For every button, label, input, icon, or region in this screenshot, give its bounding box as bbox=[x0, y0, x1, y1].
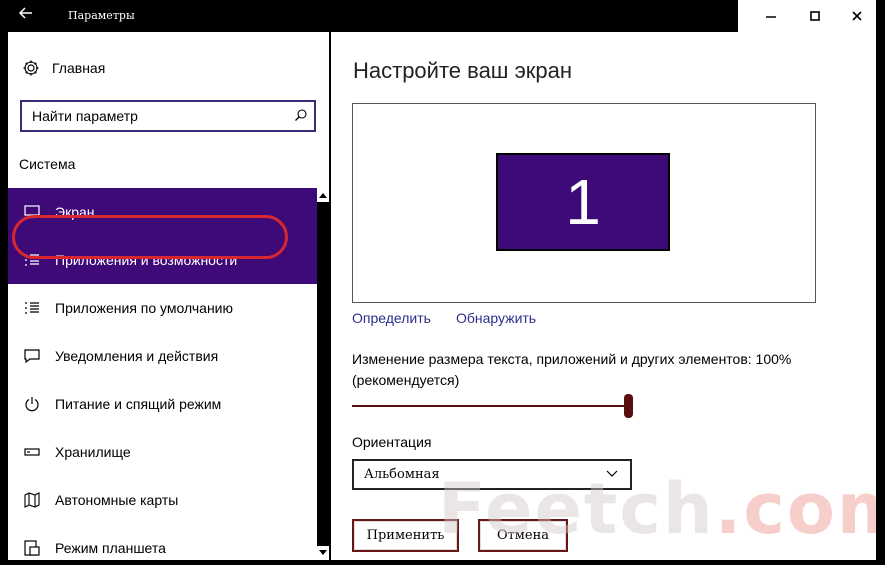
search-placeholder: Найти параметр bbox=[32, 108, 138, 124]
scale-slider-thumb[interactable] bbox=[624, 394, 633, 418]
orientation-value: Альбомная bbox=[364, 467, 440, 482]
settings-window: Параметры Главная Найти параметр Система… bbox=[8, 0, 876, 560]
detect-link[interactable]: Обнаружить bbox=[456, 310, 536, 326]
sidebar-item-label: Уведомления и действия bbox=[55, 348, 219, 364]
display-tile[interactable]: 1 bbox=[496, 153, 670, 251]
sidebar-item-label: Питание и спящий режим bbox=[55, 396, 222, 412]
search-icon bbox=[295, 109, 307, 121]
storage-icon bbox=[22, 447, 42, 457]
minimize-button[interactable] bbox=[750, 0, 792, 32]
title-bar: Параметры bbox=[8, 0, 876, 32]
window-title: Параметры bbox=[68, 9, 135, 22]
title-bar-light-area bbox=[738, 0, 876, 32]
map-icon bbox=[22, 492, 42, 508]
maximize-button[interactable] bbox=[794, 0, 836, 32]
cancel-button[interactable]: Отмена bbox=[478, 519, 568, 552]
maximize-icon bbox=[810, 11, 820, 21]
sidebar-home[interactable]: Главная bbox=[22, 59, 105, 77]
sidebar-item-storage[interactable]: Хранилище bbox=[8, 428, 317, 476]
sidebar-item-tablet-mode[interactable]: Режим планшета bbox=[8, 524, 317, 560]
apply-button[interactable]: Применить bbox=[352, 519, 459, 552]
sidebar: Главная Найти параметр Система Экран При bbox=[8, 32, 329, 560]
scale-slider[interactable] bbox=[352, 405, 628, 407]
sidebar-item-offline-maps[interactable]: Автономные карты bbox=[8, 476, 317, 524]
identify-link[interactable]: Определить bbox=[352, 310, 431, 326]
display-arrangement-area: 1 bbox=[352, 103, 816, 303]
sidebar-item-label: Автономные карты bbox=[55, 492, 179, 508]
close-button[interactable] bbox=[836, 0, 876, 32]
sidebar-item-default-apps[interactable]: Приложения по умолчанию bbox=[8, 284, 317, 332]
chevron-down-icon bbox=[606, 470, 618, 477]
close-icon bbox=[852, 11, 862, 21]
back-button[interactable] bbox=[18, 5, 46, 27]
sidebar-scrollbar[interactable] bbox=[317, 188, 329, 560]
orientation-dropdown[interactable]: Альбомная bbox=[352, 459, 632, 490]
section-title: Система bbox=[19, 156, 76, 172]
back-arrow-icon bbox=[18, 7, 32, 19]
list-default-icon bbox=[22, 301, 42, 315]
sidebar-item-label: Приложения по умолчанию bbox=[55, 300, 233, 316]
scale-label: Изменение размера текста, приложений и д… bbox=[352, 351, 792, 388]
orientation-label: Ориентация bbox=[352, 434, 432, 450]
tablet-icon bbox=[22, 540, 42, 556]
annotation-highlight-ring bbox=[12, 215, 288, 259]
page-title: Настройте ваш экран bbox=[353, 58, 573, 83]
scroll-up-button[interactable] bbox=[317, 188, 329, 202]
sidebar-item-power[interactable]: Питание и спящий режим bbox=[8, 380, 317, 428]
sidebar-item-label: Хранилище bbox=[55, 444, 131, 460]
caret-up-icon bbox=[319, 193, 327, 198]
notification-icon bbox=[22, 349, 42, 363]
minimize-icon bbox=[766, 16, 776, 18]
sidebar-item-label: Режим планшета bbox=[55, 540, 166, 556]
scroll-down-button[interactable] bbox=[317, 546, 329, 560]
sidebar-home-label: Главная bbox=[52, 60, 106, 76]
main-panel: Настройте ваш экран 1 Определить Обнаруж… bbox=[331, 32, 876, 560]
title-bar-dark-area: Параметры bbox=[8, 0, 738, 32]
caret-down-icon bbox=[319, 550, 327, 555]
gear-icon bbox=[23, 60, 39, 76]
sidebar-item-notifications[interactable]: Уведомления и действия bbox=[8, 332, 317, 380]
power-icon bbox=[22, 396, 42, 412]
search-input[interactable]: Найти параметр bbox=[20, 100, 316, 132]
